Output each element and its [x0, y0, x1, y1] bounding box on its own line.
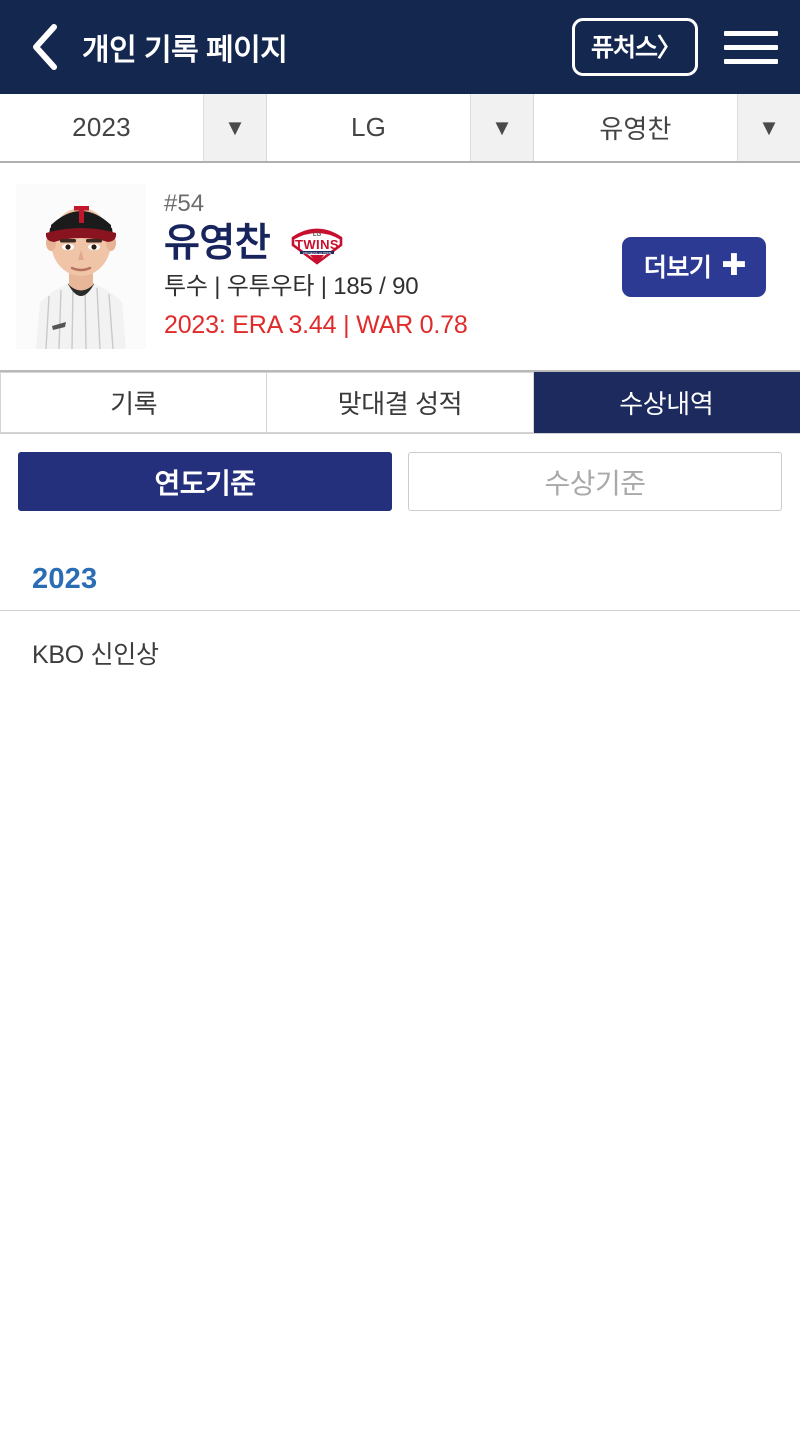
player-info: #54 유영찬 LG TWINS 1990 SEOUL LG TWINS 투수 … — [164, 189, 622, 343]
tab-head-to-head[interactable]: 맞대결 성적 — [267, 372, 534, 433]
player-dropdown-arrow-icon[interactable]: ▼ — [737, 94, 800, 161]
team-dropdown-arrow-icon[interactable]: ▼ — [470, 94, 533, 161]
award-list-item: KBO 신인상 — [32, 641, 159, 669]
player-season-stats: 2023: ERA 3.44 | WAR 0.78 — [164, 311, 468, 340]
tab-records-label: 기록 — [110, 389, 158, 419]
page-title: 개인 기록 페이지 — [82, 34, 288, 67]
subtab-by-year[interactable]: 연도기준 — [18, 452, 392, 511]
award-year-group: 2023 KBO 신인상 — [0, 553, 800, 695]
awards-list: 2023 KBO 신인상 — [0, 553, 800, 1429]
player-jersey-number: #54 — [164, 190, 205, 218]
player-summary-card: #54 유영찬 LG TWINS 1990 SEOUL LG TWINS 투수 … — [0, 163, 800, 372]
player-select-value[interactable]: 유영찬 — [534, 94, 737, 161]
futures-label: 퓨처스〉 — [590, 34, 682, 62]
awards-filter-toggle: 연도기준 수상기준 — [0, 434, 800, 511]
more-button-label: 더보기 — [643, 253, 712, 282]
svg-text:1990 SEOUL LG TWINS: 1990 SEOUL LG TWINS — [303, 251, 332, 255]
plus-icon: ✚ — [721, 248, 746, 282]
hamburger-line — [724, 58, 778, 64]
team-select-value[interactable]: LG — [267, 94, 470, 161]
tab-records[interactable]: 기록 — [0, 372, 268, 433]
player-name: 유영찬 — [164, 222, 271, 266]
award-year-heading: 2023 — [0, 553, 800, 611]
filter-bar: 2023 ▼ LG ▼ 유영찬 ▼ — [0, 94, 800, 163]
main-tab-bar: 기록 맞대결 성적 수상내역 — [0, 372, 800, 434]
filter-season: 2023 ▼ — [0, 94, 267, 161]
hamburger-line — [724, 44, 778, 50]
player-name-row: 유영찬 LG TWINS 1990 SEOUL LG TWINS — [164, 222, 622, 266]
subtab-by-award-label: 수상기준 — [544, 467, 646, 499]
player-headshot-image — [16, 184, 146, 349]
back-button[interactable] — [18, 17, 70, 77]
season-select-value[interactable]: 2023 — [0, 94, 203, 161]
chevron-left-icon — [29, 24, 59, 70]
futures-league-button[interactable]: 퓨처스〉 — [571, 18, 698, 76]
app-header: 개인 기록 페이지 퓨처스〉 — [0, 0, 800, 94]
hamburger-line — [724, 30, 778, 36]
tab-awards[interactable]: 수상내역 — [533, 372, 800, 433]
svg-text:TWINS: TWINS — [295, 237, 339, 252]
team-logo-lg-twins-icon: LG TWINS 1990 SEOUL LG TWINS — [286, 222, 348, 266]
subtab-by-year-label: 연도기준 — [154, 467, 256, 499]
player-physical-meta: 투수 | 우투우타 | 185 / 90 — [164, 273, 419, 301]
season-dropdown-arrow-icon[interactable]: ▼ — [203, 94, 266, 161]
filter-team: LG ▼ — [267, 94, 534, 161]
filter-player: 유영찬 ▼ — [534, 94, 800, 161]
app-root: 개인 기록 페이지 퓨처스〉 2023 ▼ LG ▼ 유영찬 ▼ #54 유영찬… — [0, 0, 800, 1429]
tab-awards-label: 수상내역 — [619, 389, 714, 419]
hamburger-menu-icon[interactable] — [724, 25, 778, 69]
subtab-by-award[interactable]: 수상기준 — [408, 452, 782, 511]
tab-head-to-head-label: 맞대결 성적 — [337, 389, 463, 419]
more-details-button[interactable]: 더보기 ✚ — [621, 236, 766, 297]
